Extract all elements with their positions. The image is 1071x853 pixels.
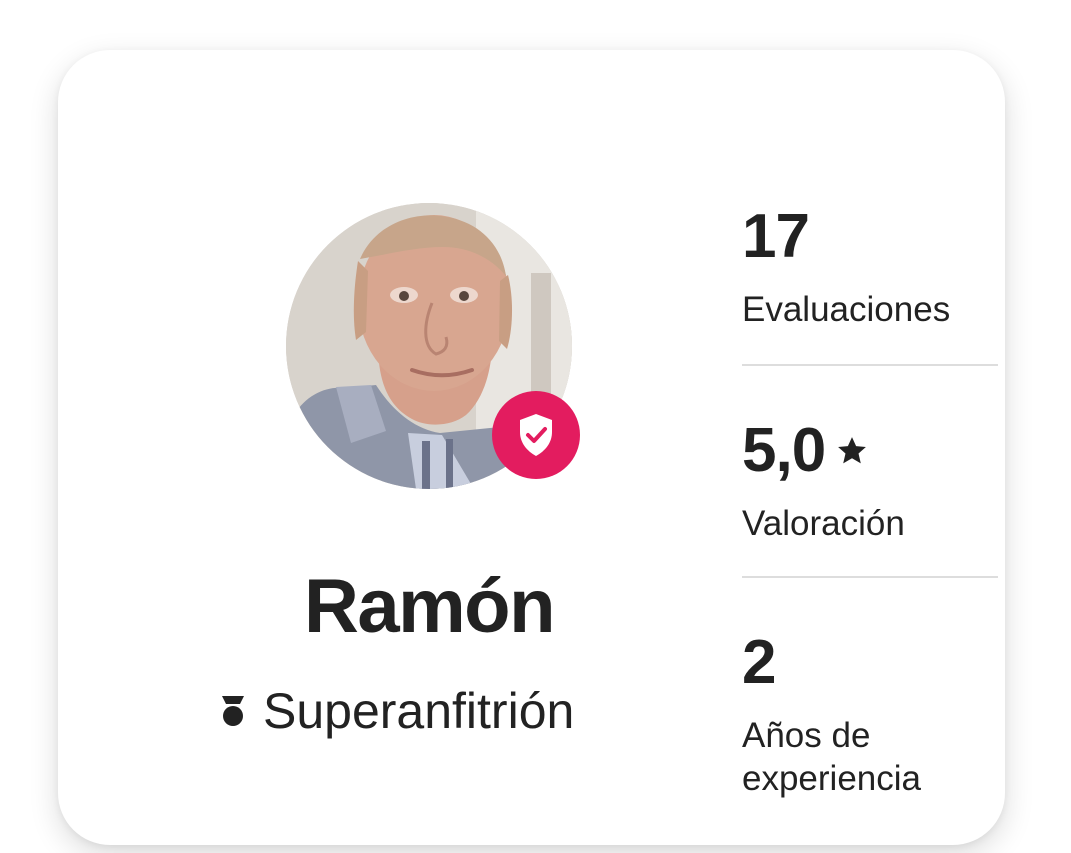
- star-icon: [838, 437, 867, 464]
- rating-value-row: 5,0: [742, 420, 998, 482]
- rating-label: Valoración: [742, 504, 905, 543]
- experience-label: Años de experiencia: [742, 716, 921, 798]
- experience-value: 2: [742, 628, 776, 697]
- stat-reviews: 17 Evaluaciones: [742, 206, 998, 332]
- stat-experience: 2 Años de experiencia: [742, 632, 998, 800]
- stat-rating: 5,0 Valoración: [742, 420, 998, 546]
- host-profile: Ramón Superanfitrión: [158, 200, 588, 736]
- shield-check-icon: [520, 414, 552, 456]
- rating-value: 5,0: [742, 416, 826, 485]
- host-card: Ramón Superanfitrión 17 Evaluaciones 5,0: [58, 50, 1005, 845]
- stats-divider: [742, 364, 998, 366]
- superhost-badge: Superanfitrión: [221, 686, 574, 736]
- verified-badge: [492, 391, 580, 479]
- reviews-count: 17: [742, 206, 998, 268]
- superhost-label: Superanfitrión: [263, 683, 575, 739]
- experience-count: 2: [742, 632, 998, 694]
- host-name: Ramón: [303, 564, 556, 649]
- avatar-container: [286, 203, 580, 489]
- stats-divider: [742, 576, 998, 578]
- superhost-medal-icon: [222, 696, 244, 726]
- reviews-value: 17: [742, 202, 810, 271]
- reviews-label: Evaluaciones: [742, 290, 951, 329]
